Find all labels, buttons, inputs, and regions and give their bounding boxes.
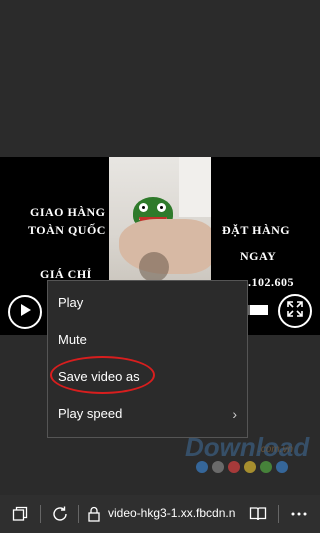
play-button[interactable] bbox=[8, 295, 42, 329]
watermark-dot bbox=[260, 461, 272, 473]
lock-icon bbox=[84, 504, 104, 524]
video-text: ĐẶT HÀNG bbox=[222, 223, 291, 237]
menu-item-label: Mute bbox=[58, 332, 87, 347]
separator bbox=[78, 505, 79, 523]
watermark-dot bbox=[212, 461, 224, 473]
menu-item-save-video-as[interactable]: Save video as bbox=[48, 356, 247, 395]
menu-item-label: Play speed bbox=[58, 406, 123, 421]
watermark-dot bbox=[228, 461, 240, 473]
fullscreen-icon bbox=[286, 300, 304, 323]
play-icon bbox=[18, 303, 32, 322]
separator bbox=[278, 505, 279, 523]
chevron-right-icon: › bbox=[232, 406, 237, 422]
highlight-oval bbox=[50, 356, 155, 394]
reading-view-icon[interactable] bbox=[248, 504, 268, 524]
menu-item-label: Play bbox=[58, 295, 84, 310]
watermark-dot bbox=[276, 461, 288, 473]
separator bbox=[40, 505, 41, 523]
refresh-icon[interactable] bbox=[50, 504, 70, 524]
menu-item-play[interactable]: Play bbox=[48, 284, 247, 321]
video-text: NGAY bbox=[240, 249, 277, 263]
video-text: GIAO HÀNG bbox=[30, 205, 106, 219]
video-text: TOÀN QUỐC bbox=[28, 223, 106, 237]
more-icon[interactable] bbox=[289, 504, 309, 524]
tabs-icon[interactable] bbox=[10, 504, 30, 524]
watermark-dot bbox=[196, 461, 208, 473]
seek-bar-thumb[interactable] bbox=[250, 305, 268, 315]
watermark-dot bbox=[244, 461, 256, 473]
watermark-dots bbox=[196, 461, 288, 473]
address-bar: video-hkg3-1.xx.fbcdn.n bbox=[0, 495, 320, 533]
watermark-suffix: .com.vn bbox=[258, 444, 294, 455]
menu-item-mute[interactable]: Mute bbox=[48, 321, 247, 358]
video-text: .102.605 bbox=[248, 275, 294, 289]
menu-item-play-speed[interactable]: Play speed › bbox=[48, 395, 247, 432]
url-text[interactable]: video-hkg3-1.xx.fbcdn.n bbox=[108, 506, 235, 520]
fullscreen-button[interactable] bbox=[278, 294, 312, 328]
video-context-menu: Play Mute Save video as Play speed › bbox=[47, 280, 248, 438]
page-top-area bbox=[0, 0, 320, 157]
